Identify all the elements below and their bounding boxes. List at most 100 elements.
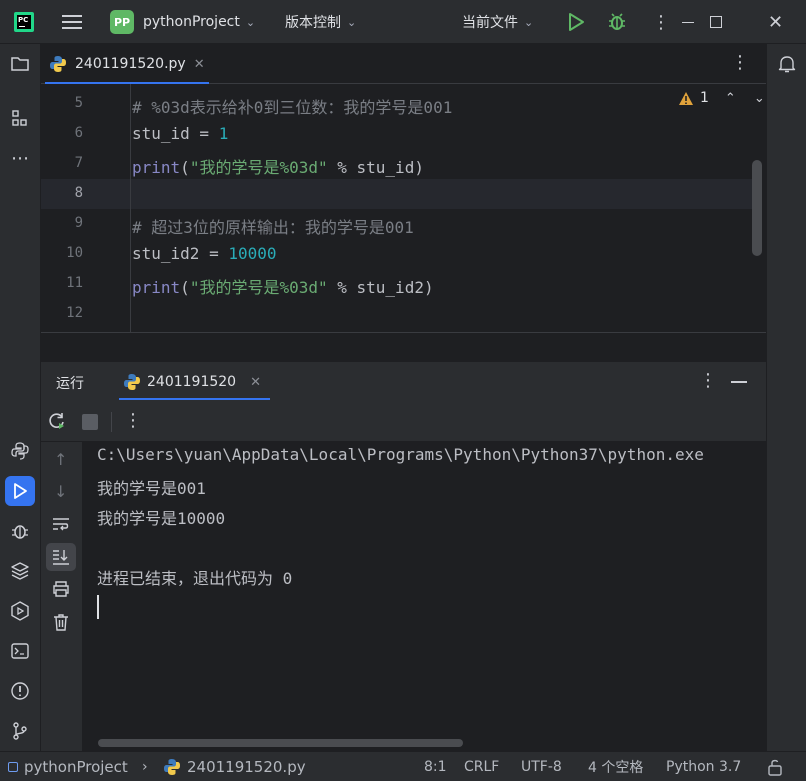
python-file-icon — [50, 56, 66, 72]
stop-icon[interactable] — [82, 414, 98, 430]
vcs-menu[interactable]: 版本控制 ⌄ — [285, 0, 356, 44]
run-toolbar: ⋮ — [41, 402, 766, 442]
chevron-down-icon: ⌄ — [245, 15, 256, 29]
python-packages-button[interactable] — [5, 436, 35, 466]
python-file-icon — [164, 759, 180, 775]
line-number[interactable]: 11 — [41, 275, 83, 291]
chevron-down-icon: ⌄ — [524, 15, 534, 29]
lock-button[interactable] — [767, 752, 783, 781]
line-number[interactable]: 9 — [41, 215, 83, 231]
current-line-highlight — [41, 179, 753, 209]
line-number[interactable]: 10 — [41, 245, 83, 261]
status-project-crumb[interactable]: pythonProject — [8, 752, 128, 781]
code-line: stu_id2 = 10000 — [132, 244, 277, 263]
layers-tool-button[interactable] — [5, 556, 35, 586]
toolbar-divider — [111, 412, 112, 432]
scroll-to-end-icon — [53, 550, 69, 565]
chevron-down-icon: ⌄ — [347, 15, 357, 29]
tab-options-button[interactable]: ⋮ — [731, 52, 749, 73]
pycharm-logo[interactable]: PC — [14, 0, 34, 44]
arrow-down-icon[interactable]: ↓ — [54, 482, 67, 501]
debug-button[interactable] — [607, 0, 627, 44]
code-token: ( — [180, 158, 190, 177]
run-tab[interactable]: 2401191520 ✕ — [115, 362, 270, 402]
file-encoding[interactable]: UTF-8 — [521, 752, 562, 781]
run-config-selector[interactable]: 当前文件 ⌄ — [462, 0, 533, 44]
run-panel-title: 运行 — [56, 376, 84, 392]
code-token: % stu_id2) — [327, 278, 434, 297]
line-number[interactable]: 5 — [41, 95, 83, 111]
text-cursor — [97, 595, 99, 619]
rerun-button[interactable] — [47, 411, 67, 435]
run-tool-button[interactable] — [5, 476, 35, 506]
project-name: pythonProject — [143, 14, 240, 30]
editor-tab[interactable]: 2401191520.py ✕ — [41, 44, 213, 84]
editor-vertical-scrollbar[interactable] — [752, 160, 762, 256]
inspection-widget[interactable]: 1 ⌃ ⌄ — [678, 90, 765, 106]
python-console-icon — [11, 442, 29, 460]
chevron-up-icon[interactable]: ⌃ — [725, 91, 736, 106]
debug-tool-button[interactable] — [5, 516, 35, 546]
chevron-down-icon[interactable]: ⌄ — [754, 91, 765, 106]
run-console[interactable]: ↑ ↓ C:\Users\yuan\AppData\Local\Programs… — [41, 442, 766, 751]
code-token: print — [132, 278, 181, 297]
close-window-button[interactable]: ✕ — [768, 0, 783, 44]
line-separator[interactable]: CRLF — [464, 752, 499, 781]
problems-tool-button[interactable] — [5, 676, 35, 706]
line-number[interactable]: 6 — [41, 125, 83, 141]
editor-tab-label: 2401191520.py — [75, 56, 186, 72]
project-tool-button[interactable] — [5, 49, 35, 79]
folder-icon — [11, 57, 29, 71]
run-button[interactable] — [566, 0, 586, 44]
line-number[interactable]: 12 — [41, 305, 83, 321]
terminal-tool-button[interactable] — [5, 636, 35, 666]
minimize-button[interactable] — [682, 0, 694, 44]
status-file-name: 2401191520.py — [187, 758, 306, 776]
line-number[interactable]: 7 — [41, 155, 83, 171]
python-interpreter[interactable]: Python 3.7 — [666, 752, 741, 781]
caret-position[interactable]: 8:1 — [424, 752, 447, 781]
close-icon[interactable]: ✕ — [250, 375, 261, 390]
soft-wrap-button[interactable] — [51, 516, 71, 536]
problems-icon — [11, 682, 29, 700]
more-actions-button[interactable]: ⋮ — [652, 0, 670, 44]
indent-setting[interactable]: 4 个空格 — [588, 752, 643, 781]
status-file-crumb[interactable]: 2401191520.py — [163, 752, 306, 781]
code-line: # %03d表示给补0到三位数：我的学号是001 — [132, 94, 452, 118]
arrow-up-icon[interactable]: ↑ — [54, 450, 67, 469]
structure-tool-button[interactable] — [5, 103, 35, 133]
notifications-button[interactable] — [772, 49, 802, 79]
project-badge: PP — [110, 10, 134, 34]
code-editor[interactable]: 5 # %03d表示给补0到三位数：我的学号是001 6 stu_id = 1 7 pri… — [41, 84, 766, 332]
services-tool-button[interactable] — [5, 596, 35, 626]
more-tools-button[interactable]: ⋯ — [5, 143, 35, 173]
code-token: stu_id = — [132, 124, 219, 143]
scroll-to-end-button[interactable] — [46, 543, 76, 571]
console-side-toolbar: ↑ ↓ — [41, 442, 82, 751]
hide-panel-icon[interactable] — [731, 381, 747, 383]
print-button[interactable] — [51, 580, 71, 602]
console-horizontal-scrollbar[interactable] — [98, 739, 463, 747]
clear-all-button[interactable] — [51, 612, 71, 636]
more-vertical-icon[interactable]: ⋮ — [699, 370, 717, 391]
trash-icon — [54, 614, 68, 631]
more-vertical-icon[interactable]: ⋮ — [124, 410, 142, 431]
git-tool-button[interactable] — [5, 716, 35, 746]
layers-icon — [11, 562, 29, 580]
maximize-button[interactable] — [710, 0, 722, 44]
bell-icon — [778, 56, 796, 73]
warning-icon — [679, 91, 693, 105]
code-line: print("我的学号是%03d" % stu_id2) — [132, 274, 434, 298]
close-icon[interactable]: ✕ — [194, 57, 205, 72]
main-menu-button[interactable] — [62, 0, 82, 44]
code-token: "我的学号是%03d" — [189, 158, 328, 177]
code-token: stu_id2 = — [132, 244, 229, 263]
more-vertical-icon: ⋮ — [652, 11, 670, 33]
panel-splitter[interactable] — [41, 332, 766, 362]
console-line: 我的学号是10000 — [97, 509, 226, 528]
project-selector[interactable]: PP pythonProject ⌄ — [110, 0, 255, 44]
right-tool-strip — [766, 44, 806, 751]
status-bar: pythonProject › 2401191520.py 8:1 CRLF U… — [0, 751, 806, 781]
left-tool-strip: ⋯ — [0, 44, 41, 751]
line-number[interactable]: 8 — [41, 185, 83, 201]
